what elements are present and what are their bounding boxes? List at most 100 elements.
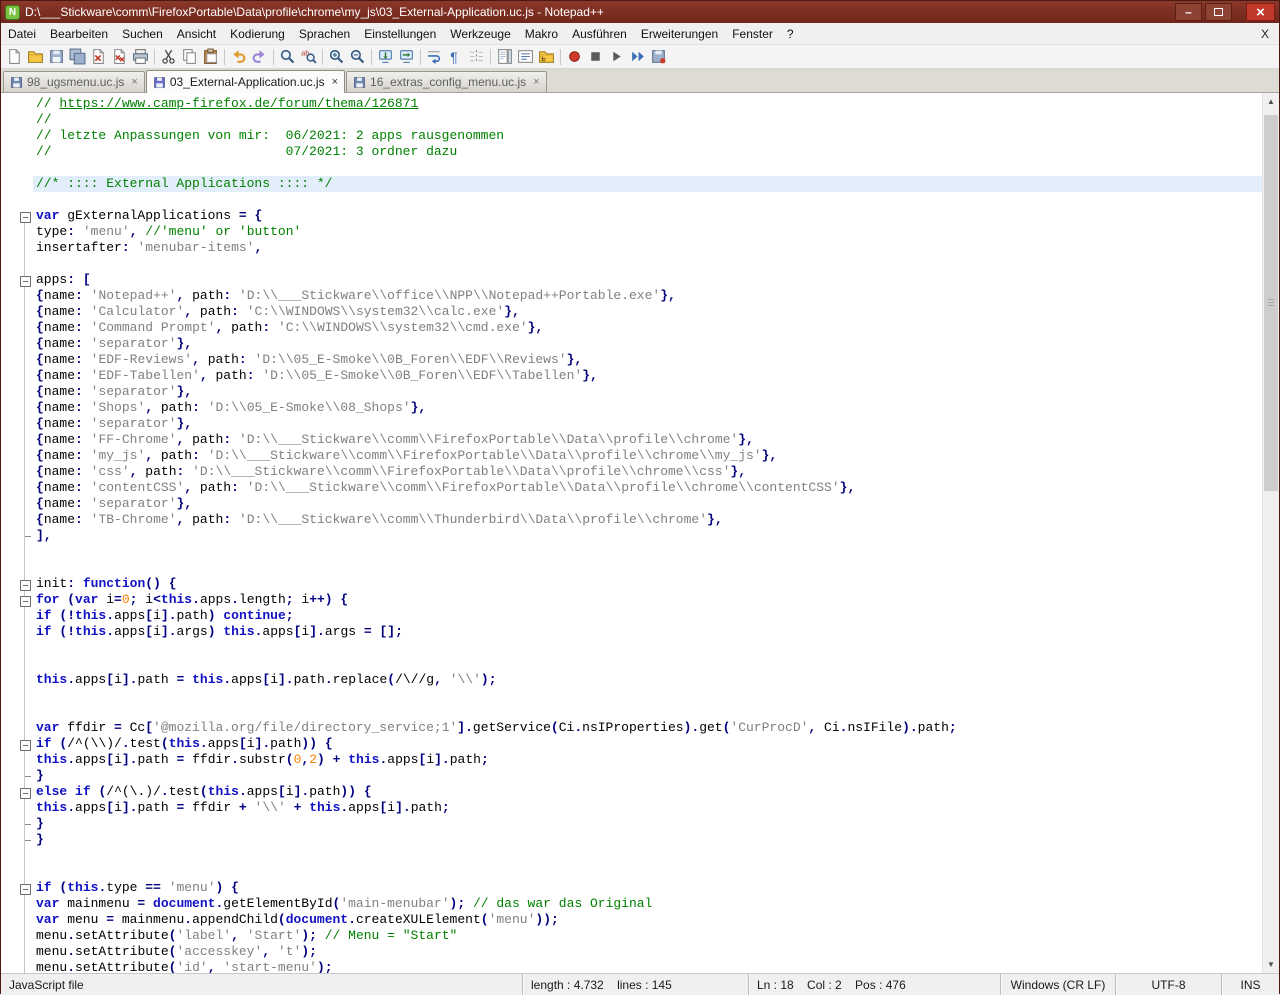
fold-marker[interactable] — [17, 784, 33, 800]
fold-marker[interactable] — [17, 736, 33, 752]
code-line[interactable] — [1, 160, 1262, 176]
code-line[interactable]: } — [1, 832, 1262, 848]
code-line[interactable]: {name: 'contentCSS', path: 'D:\\___Stick… — [1, 480, 1262, 496]
code-line[interactable]: {name: 'FF-Chrome', path: 'D:\\___Stickw… — [1, 432, 1262, 448]
scroll-up-arrow[interactable]: ▲ — [1263, 93, 1279, 110]
code-line[interactable]: menu.setAttribute('id', 'start-menu'); — [1, 960, 1262, 973]
code-line[interactable]: {name: 'Shops', path: 'D:\\05_E-Smoke\\0… — [1, 400, 1262, 416]
code-line[interactable]: insertafter: 'menubar-items', — [1, 240, 1262, 256]
code-line[interactable]: {name: 'Notepad++', path: 'D:\\___Stickw… — [1, 288, 1262, 304]
code-line[interactable]: var mainmenu = document.getElementById('… — [1, 896, 1262, 912]
code-line[interactable]: {name: 'separator'}, — [1, 416, 1262, 432]
code-lines[interactable]: // https://www.camp-firefox.de/forum/the… — [1, 93, 1262, 973]
find-button[interactable] — [277, 46, 298, 67]
code-line[interactable] — [1, 688, 1262, 704]
editor[interactable]: // https://www.camp-firefox.de/forum/the… — [1, 93, 1279, 973]
menu-item-datei[interactable]: Datei — [1, 24, 43, 44]
scroll-down-arrow[interactable]: ▼ — [1263, 956, 1279, 973]
menu-item-ausf-hren[interactable]: Ausführen — [565, 24, 634, 44]
code-line[interactable] — [1, 640, 1262, 656]
code-line[interactable]: // https://www.camp-firefox.de/forum/the… — [1, 96, 1262, 112]
save-all-button[interactable] — [67, 46, 88, 67]
code-line[interactable] — [1, 560, 1262, 576]
code-line[interactable]: if (!this.apps[i].path) continue; — [1, 608, 1262, 624]
code-line[interactable]: this.apps[i].path = ffdir + '\\' + this.… — [1, 800, 1262, 816]
fold-marker[interactable] — [17, 592, 33, 608]
code-line[interactable] — [1, 192, 1262, 208]
code-line[interactable] — [1, 864, 1262, 880]
word-wrap-button[interactable] — [424, 46, 445, 67]
cut-button[interactable] — [158, 46, 179, 67]
code-line[interactable]: {name: 'my_js', path: 'D:\\___Stickware\… — [1, 448, 1262, 464]
open-file-button[interactable] — [25, 46, 46, 67]
code-line[interactable]: //* :::: External Applications :::: */ — [1, 176, 1262, 192]
code-line[interactable]: apps: [ — [1, 272, 1262, 288]
code-line[interactable]: menu.setAttribute('label', 'Start'); // … — [1, 928, 1262, 944]
sync-horizontal-button[interactable] — [396, 46, 417, 67]
stop-macro-button[interactable] — [585, 46, 606, 67]
code-line[interactable]: {name: 'css', path: 'D:\\___Stickware\\c… — [1, 464, 1262, 480]
close-file-button[interactable] — [88, 46, 109, 67]
document-map-button[interactable] — [494, 46, 515, 67]
tab-close-icon[interactable]: × — [533, 77, 539, 88]
tab-close-icon[interactable]: × — [332, 77, 338, 88]
code-line[interactable]: // letzte Anpassungen von mir: 06/2021: … — [1, 128, 1262, 144]
code-line[interactable]: init: function() { — [1, 576, 1262, 592]
replace-button[interactable]: ab — [298, 46, 319, 67]
menubar-x-button[interactable]: X — [1251, 27, 1279, 41]
menu-item-bearbeiten[interactable]: Bearbeiten — [43, 24, 115, 44]
code-line[interactable]: {name: 'EDF-Reviews', path: 'D:\\05_E-Sm… — [1, 352, 1262, 368]
close-button[interactable] — [1246, 3, 1275, 21]
code-line[interactable]: if (this.type == 'menu') { — [1, 880, 1262, 896]
code-line[interactable]: ], — [1, 528, 1262, 544]
tab-16-extras-config-menu-uc-js[interactable]: 16_extras_config_menu.uc.js× — [346, 71, 547, 92]
zoom-out-button[interactable] — [347, 46, 368, 67]
code-line[interactable]: {name: 'Command Prompt', path: 'C:\\WIND… — [1, 320, 1262, 336]
menu-item-makro[interactable]: Makro — [518, 24, 565, 44]
code-line[interactable]: this.apps[i].path = ffdir.substr(0,2) + … — [1, 752, 1262, 768]
code-line[interactable] — [1, 256, 1262, 272]
code-line[interactable] — [1, 704, 1262, 720]
minimize-button[interactable] — [1175, 3, 1202, 21]
menu-item-sprachen[interactable]: Sprachen — [292, 24, 357, 44]
code-line[interactable]: {name: 'EDF-Tabellen', path: 'D:\\05_E-S… — [1, 368, 1262, 384]
tab-close-icon[interactable]: × — [131, 77, 137, 88]
code-line[interactable]: var menu = mainmenu.appendChild(document… — [1, 912, 1262, 928]
sync-vertical-button[interactable] — [375, 46, 396, 67]
menu-item-fenster[interactable]: Fenster — [725, 24, 780, 44]
code-line[interactable]: for (var i=0; i<this.apps.length; i++) { — [1, 592, 1262, 608]
code-line[interactable]: {name: 'separator'}, — [1, 496, 1262, 512]
function-list-button[interactable] — [515, 46, 536, 67]
code-line[interactable]: if (!this.apps[i].args) this.apps[i].arg… — [1, 624, 1262, 640]
menu-item-ansicht[interactable]: Ansicht — [170, 24, 223, 44]
copy-button[interactable] — [179, 46, 200, 67]
code-line[interactable]: if (/^(\\)/.test(this.apps[i].path)) { — [1, 736, 1262, 752]
menu-item-einstellungen[interactable]: Einstellungen — [357, 24, 443, 44]
code-line[interactable]: // — [1, 112, 1262, 128]
save-file-button[interactable] — [46, 46, 67, 67]
vertical-scrollbar[interactable]: ▲ ▼ — [1262, 93, 1279, 973]
menu-item-kodierung[interactable]: Kodierung — [223, 24, 292, 44]
close-all-button[interactable] — [109, 46, 130, 67]
fold-marker[interactable] — [17, 880, 33, 896]
show-all-characters-button[interactable]: ¶ — [445, 46, 466, 67]
fold-marker[interactable] — [17, 576, 33, 592]
code-line[interactable]: } — [1, 816, 1262, 832]
folder-as-workspace-button[interactable] — [536, 46, 557, 67]
tab-98-ugsmenu-uc-js[interactable]: 98_ugsmenu.uc.js× — [3, 71, 145, 92]
code-line[interactable]: {name: 'TB-Chrome', path: 'D:\\___Stickw… — [1, 512, 1262, 528]
scrollbar-thumb[interactable] — [1264, 115, 1278, 491]
code-line[interactable]: var gExternalApplications = { — [1, 208, 1262, 224]
run-macro-multiple-button[interactable] — [627, 46, 648, 67]
code-line[interactable] — [1, 544, 1262, 560]
save-macro-button[interactable] — [648, 46, 669, 67]
paste-button[interactable] — [200, 46, 221, 67]
menu-item-erweiterungen[interactable]: Erweiterungen — [634, 24, 725, 44]
code-line[interactable]: // 07/2021: 3 ordner dazu — [1, 144, 1262, 160]
code-line[interactable]: menu.setAttribute('accesskey', 't'); — [1, 944, 1262, 960]
indent-guide-button[interactable] — [466, 46, 487, 67]
fold-marker[interactable] — [17, 272, 33, 288]
menu-item-werkzeuge[interactable]: Werkzeuge — [443, 24, 517, 44]
code-line[interactable] — [1, 848, 1262, 864]
code-line[interactable]: } — [1, 768, 1262, 784]
